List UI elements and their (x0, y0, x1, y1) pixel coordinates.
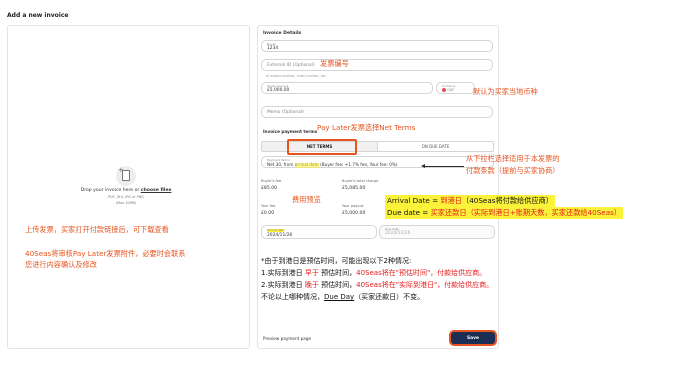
buyers-total-value: £5,085.00 (342, 186, 366, 191)
arrival-c: （40Seas将付款给供应商） (462, 196, 553, 205)
max-size: (Max 10MB) (115, 201, 137, 205)
review-annotation-1: 40Seas将审核Pay Later发票附件，必要时会联系 (25, 249, 186, 258)
your-payout-label: Your payout (342, 204, 364, 208)
arrival-date-value: 2024/11/26 (267, 232, 293, 238)
invoice-number-annotation: 发票编号 (320, 59, 349, 68)
due-a: Due date = (387, 208, 431, 217)
fee-preview-annotation: 费用预览 (292, 195, 321, 204)
note-line-1: *由于到港日是预估时间，可能出现以下2种情况: (261, 257, 412, 265)
file-formats: PDF, XLS, JPG or PNG (108, 195, 144, 199)
net-terms-highlight (287, 139, 357, 155)
currency-dot-icon (442, 87, 446, 92)
arrival-date-input[interactable]: Arrival date 2024/11/26 (261, 225, 377, 239)
note-line-3: 2.实际到港日 晚于 预估时间，40Seas将在"实际到港日"，付款给供应商。 (261, 281, 494, 289)
upload-dropzone[interactable] (7, 25, 250, 349)
review-annotation-2: 您进行内容确认及修改 (25, 260, 97, 269)
amount-input[interactable]: Order amount £5,000.00 (261, 82, 433, 94)
currency-select[interactable]: Currency GBP (436, 82, 475, 94)
arrival-a: Arrival Date = (387, 196, 441, 205)
arrival-b: 到港日 (440, 196, 462, 205)
dropzone-text: Drop your invoice here or choose files (60, 188, 192, 193)
currency-value: GBP (447, 87, 455, 92)
memo-placeholder: Memo (Optional) (267, 110, 304, 115)
dropdown-annotation-2: 付款条款（提前与买家协商） (466, 166, 560, 175)
invoice-details-title: Invoice Details (263, 31, 302, 36)
due-date-value: 2024/12/26 (385, 230, 411, 236)
arrival-date-highlight (296, 163, 319, 168)
arrival-date-label: Arrival date (267, 227, 285, 232)
currency-annotation: 默认为买家当地币种 (473, 87, 538, 96)
your-fee-label: Your fee (261, 204, 276, 208)
memo-input[interactable]: Memo (Optional) (261, 106, 493, 118)
buyer-value: 1234 (267, 45, 279, 51)
your-payout-value: £5,000.00 (342, 211, 366, 216)
due-date-explanation: Due date = 买家还款日（实际到港日+账期天数，买家还款给40Seas） (385, 207, 624, 219)
due-c: （实际到港日+账期天数，买家还款给40Seas） (466, 208, 622, 217)
buyers-fee-value: £85.00 (261, 186, 278, 191)
external-id-placeholder: External ID (Optional) (267, 63, 315, 68)
your-fee-value: £0.00 (261, 211, 275, 216)
save-button[interactable]: Save (451, 332, 495, 344)
upload-annotation: 上传发票，买家打开付款链接后，可下载查看 (25, 225, 169, 234)
buyers-fee-label: Buyer's fee (261, 179, 282, 183)
note-line-2: 1.实际到港日 早于 预估时间，40Seas将在"预估时间"，付款给供应商。 (261, 269, 487, 277)
buyers-total-label: Buyer's total charge (342, 179, 379, 183)
arrival-date-explanation: Arrival Date = 到港日（40Seas将付款给供应商） (385, 195, 555, 207)
external-id-input[interactable]: External ID (Optional) (261, 59, 493, 71)
drop-prefix: Drop your invoice here or (80, 188, 141, 193)
page-title: Add a new invoice (7, 12, 69, 19)
note-line-4: 不论以上哪种情况，Due Day（买家还款日）不变。 (261, 293, 425, 301)
preview-payment-page-link[interactable]: Preview payment page (263, 336, 311, 341)
amount-value: £5,000.00 (267, 87, 290, 93)
due-date-input: Due date 2024/12/26 (379, 225, 495, 239)
pay-later-annotation: Pay Later发票选择Net Terms (317, 123, 416, 132)
choose-files-link[interactable]: choose files (141, 188, 172, 193)
payment-terms-title: Invoice payment terms (263, 129, 318, 134)
upload-file-icon[interactable]: + (116, 166, 136, 186)
arrow-head-icon (421, 164, 425, 168)
annotation-arrow (424, 166, 464, 167)
tab-on-due-date[interactable]: ON DUE DATE (378, 142, 493, 151)
dropdown-annotation-1: 从下拉栏选择适用于本发票的 (466, 154, 560, 163)
due-b: 买家还款日 (430, 208, 467, 217)
buyer-select[interactable]: Buyer 1234 (261, 40, 493, 52)
external-id-hint: ie Invoice number, order number, etc. (266, 74, 327, 78)
